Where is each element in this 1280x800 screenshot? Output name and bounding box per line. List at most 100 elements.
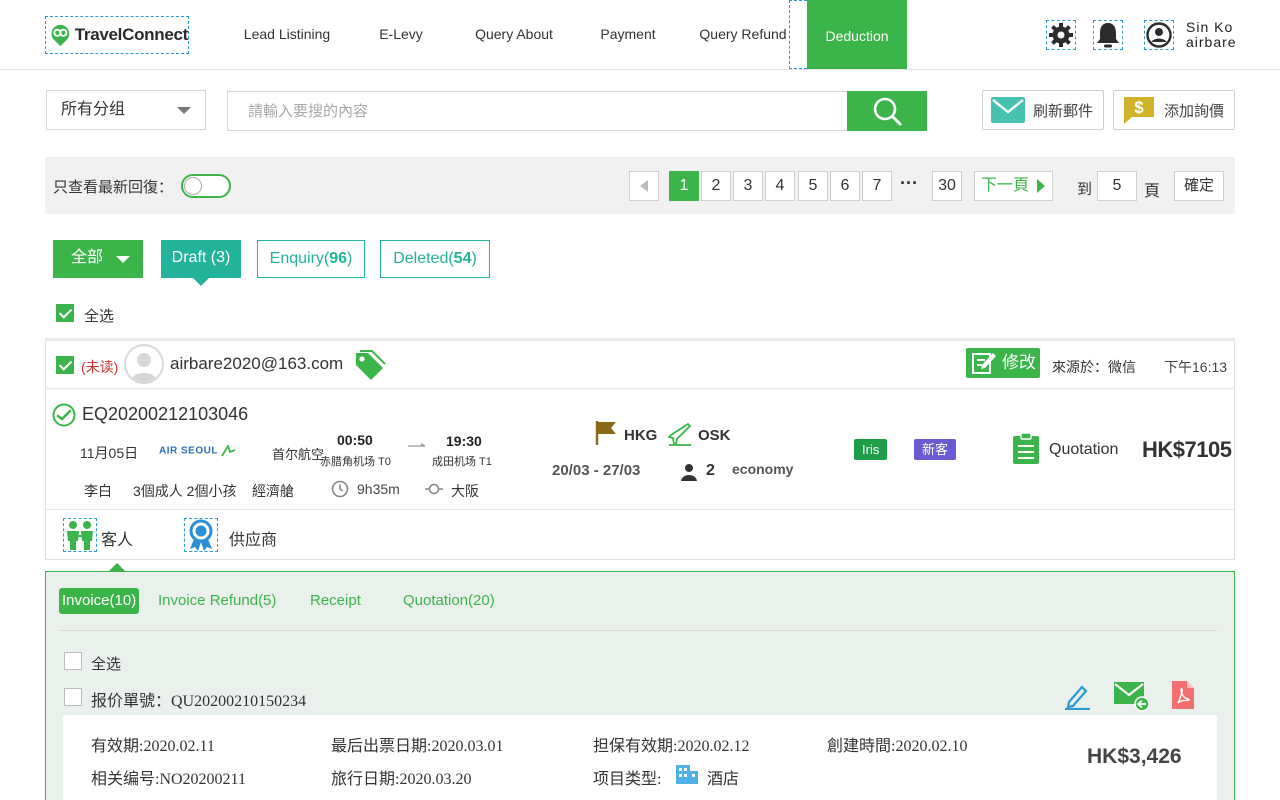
page-7-button[interactable]: 7 bbox=[862, 171, 892, 201]
validity-date: 有效期:2020.02.11 bbox=[91, 738, 215, 755]
tab-invoice-refund[interactable]: Invoice Refund(5) bbox=[158, 588, 276, 614]
tab-draft[interactable]: Draft (3) bbox=[161, 240, 241, 286]
nav-e-levy[interactable]: E-Levy bbox=[370, 0, 432, 69]
page-5-button[interactable]: 5 bbox=[798, 171, 828, 201]
person-icon bbox=[681, 464, 697, 481]
item-type-label: 项目类型: bbox=[593, 771, 662, 788]
user-avatar-button[interactable] bbox=[1144, 20, 1174, 50]
user-name[interactable]: Sin Ko airbare bbox=[1186, 20, 1237, 50]
tab-deleted-count: 54 bbox=[453, 250, 472, 267]
enquiry-subtabs: 客人 供应商 bbox=[46, 509, 1234, 561]
pax-count: 2 bbox=[706, 462, 715, 479]
nav-focus-outline bbox=[789, 0, 807, 69]
sender-email[interactable]: airbare2020@163.com bbox=[170, 354, 343, 374]
item-type: 酒店 bbox=[707, 771, 740, 788]
nav-lead-listing[interactable]: Lead Listining bbox=[236, 0, 338, 69]
customer-tab-icon-box[interactable] bbox=[63, 518, 97, 552]
unread-label: (未读) bbox=[81, 359, 119, 375]
mail-icon bbox=[991, 97, 1025, 123]
hotel-icon bbox=[676, 765, 698, 784]
quote-checkbox[interactable] bbox=[64, 688, 82, 706]
edit-note-icon bbox=[972, 353, 996, 374]
destination-code: OSK bbox=[698, 427, 731, 444]
stopover-icon bbox=[425, 483, 443, 495]
notifications-button[interactable] bbox=[1093, 20, 1123, 50]
search-input[interactable] bbox=[227, 91, 849, 131]
page-1-button[interactable]: 1 bbox=[669, 171, 699, 201]
source-label: 來源於：微信 bbox=[1052, 359, 1136, 375]
refresh-mail-label: 刷新郵件 bbox=[1033, 102, 1094, 120]
next-page-label: 下一頁 bbox=[981, 177, 1030, 194]
logo-text: TravelConnect bbox=[74, 25, 189, 44]
airline-logo: AIR SEOUL bbox=[159, 443, 237, 457]
tab-deleted[interactable]: Deleted(54) bbox=[380, 240, 490, 278]
enquiry-price: HK$7105 bbox=[1142, 437, 1232, 462]
enquiry-card: (未读) airbare2020@163.com 修改 來源於：微信 下午16:… bbox=[45, 338, 1235, 560]
tab-supplier[interactable]: 供应商 bbox=[229, 526, 277, 550]
group-select-value: 所有分组 bbox=[61, 101, 126, 118]
logo[interactable]: TravelConnect bbox=[45, 16, 189, 54]
group-select[interactable]: 所有分组 bbox=[46, 90, 206, 130]
goto-page-input[interactable]: 5 bbox=[1097, 171, 1137, 201]
flight-date: 11月05日 bbox=[80, 445, 139, 461]
refresh-mail-button[interactable]: 刷新郵件 bbox=[982, 90, 1104, 130]
supplier-badge-icon bbox=[189, 519, 213, 551]
panel-select-all-checkbox[interactable] bbox=[64, 652, 82, 670]
page-ellipsis: ··· bbox=[900, 173, 918, 193]
pencil-icon[interactable] bbox=[1063, 682, 1091, 710]
page-6-button[interactable]: 6 bbox=[830, 171, 860, 201]
panel-select-all-label: 全选 bbox=[91, 657, 122, 673]
tab-draft-label: Draft bbox=[171, 249, 207, 266]
flight-duration: 9h35m bbox=[357, 481, 400, 497]
nav-query-refund[interactable]: Query Refund bbox=[692, 0, 794, 69]
pdf-icon[interactable] bbox=[1171, 680, 1195, 710]
quote-detail: 有效期:2020.02.11 最后出票日期:2020.03.01 担保有效期:2… bbox=[63, 715, 1217, 800]
enquiry-status: Quotation bbox=[1049, 441, 1119, 458]
page-2-button[interactable]: 2 bbox=[701, 171, 731, 201]
tab-invoice[interactable]: Invoice(10) bbox=[59, 588, 140, 614]
chevron-right-icon bbox=[1037, 179, 1045, 193]
departure-airport: 赤腊角机场 T0 bbox=[320, 456, 391, 468]
nav-payment[interactable]: Payment bbox=[592, 0, 664, 69]
nav-query-about[interactable]: Query About bbox=[468, 0, 560, 69]
origin-code: HKG bbox=[624, 427, 658, 444]
add-quote-button[interactable]: $ 添加詢價 bbox=[1113, 90, 1235, 130]
tab-all[interactable]: 全部 bbox=[53, 240, 143, 278]
avatar bbox=[124, 344, 164, 384]
departure-time: 00:50 bbox=[337, 432, 373, 448]
tab-enquiry[interactable]: Enquiry(96) bbox=[257, 240, 365, 278]
quote-number: 报价單號：QU20200210150234 bbox=[91, 693, 307, 710]
tab-enquiry-close: ) bbox=[347, 250, 353, 267]
tab-deleted-label: Deleted( bbox=[393, 250, 454, 267]
latest-reply-toggle[interactable] bbox=[181, 174, 231, 198]
prev-page-button[interactable] bbox=[629, 171, 659, 201]
tag-icon[interactable] bbox=[352, 349, 386, 383]
next-page-button[interactable]: 下一頁 bbox=[974, 171, 1053, 201]
received-time: 下午16:13 bbox=[1164, 359, 1228, 375]
nav-deduction[interactable]: Deduction bbox=[807, 0, 907, 69]
tab-deleted-close: ) bbox=[471, 250, 477, 267]
page-30-button[interactable]: 30 bbox=[932, 171, 962, 201]
travel-class: economy bbox=[732, 461, 794, 477]
airline-logo-text: AIR SEOUL bbox=[159, 445, 218, 457]
mail-send-icon[interactable] bbox=[1113, 680, 1151, 712]
select-all-label: 全选 bbox=[84, 308, 115, 325]
goto-confirm-button[interactable]: 確定 bbox=[1174, 171, 1224, 201]
plane-icon bbox=[668, 422, 692, 446]
page-3-button[interactable]: 3 bbox=[733, 171, 763, 201]
page-4-button[interactable]: 4 bbox=[765, 171, 795, 201]
tab-receipt[interactable]: Receipt bbox=[310, 588, 361, 614]
select-all-checkbox[interactable] bbox=[56, 304, 74, 322]
enquiry-checkbox[interactable] bbox=[56, 356, 74, 374]
settings-button[interactable] bbox=[1046, 20, 1076, 50]
tab-customer[interactable]: 客人 bbox=[101, 526, 133, 550]
travel-date: 旅行日期:2020.03.20 bbox=[331, 771, 472, 788]
tab-quotation[interactable]: Quotation(20) bbox=[403, 588, 495, 614]
enquiry-id[interactable]: EQ20200212103046 bbox=[82, 404, 248, 425]
panel-divider bbox=[60, 630, 1217, 631]
supplier-tab-icon-box[interactable] bbox=[184, 518, 218, 552]
edit-button[interactable]: 修改 bbox=[966, 348, 1040, 378]
stopover-city: 大阪 bbox=[451, 483, 479, 499]
tab-draft-count: (3) bbox=[210, 249, 231, 266]
search-button[interactable] bbox=[847, 91, 927, 131]
